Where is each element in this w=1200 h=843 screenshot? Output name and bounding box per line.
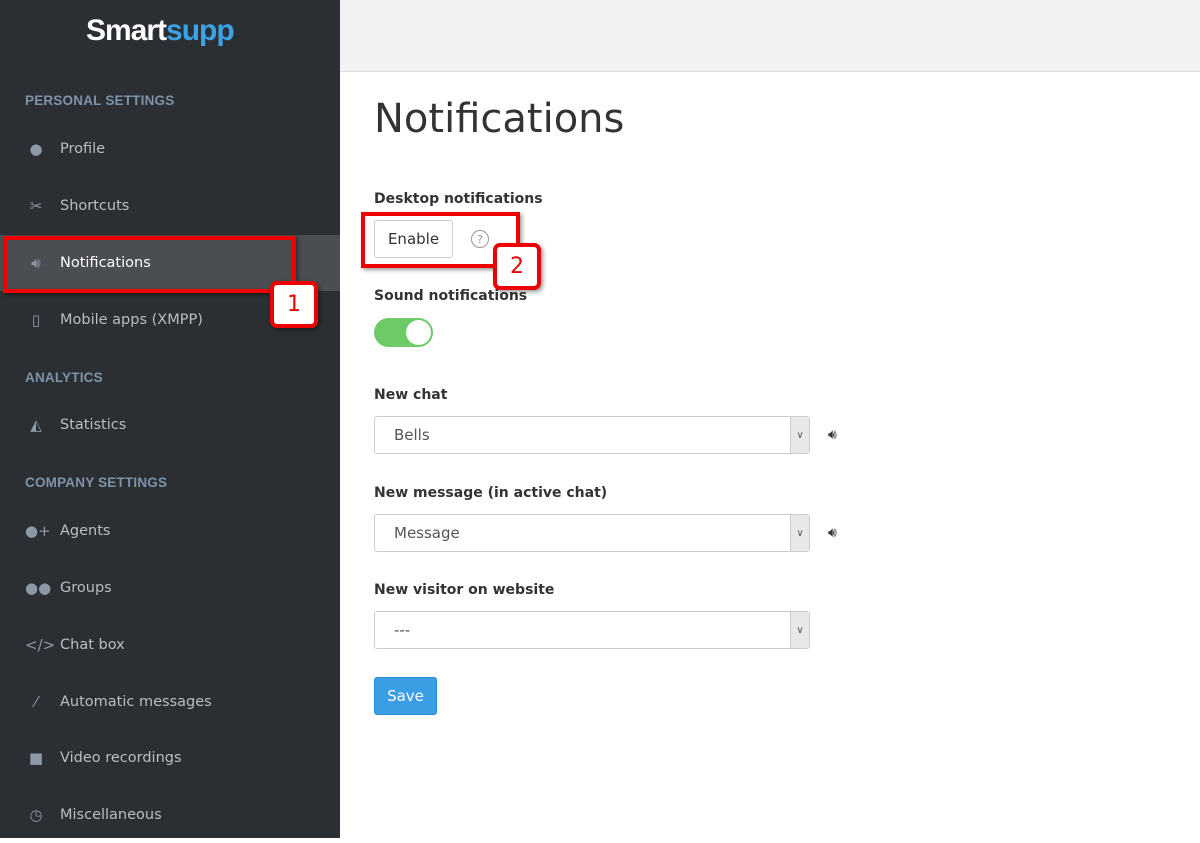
sound-notifications-label: Sound notifications [374,288,528,304]
desktop-notifications-label: Desktop notifications [374,191,543,207]
code-icon: </> [25,636,56,654]
section-personal-settings: PERSONAL SETTINGS [25,93,175,108]
chevron-down-icon: ∨ [790,417,809,453]
new-visitor-select[interactable]: --- ∨ [374,611,810,649]
clock-icon: ◷ [29,806,43,824]
annotation-box-1 [3,236,296,293]
page-title: Notifications [374,96,625,142]
section-analytics: ANALYTICS [25,370,103,385]
new-chat-label: New chat [374,387,448,403]
sidebar-item-groups[interactable]: ●● Groups [0,560,340,616]
sidebar-item-statistics[interactable]: ◭ Statistics [0,397,340,453]
play-sound-icon[interactable]: 🔊︎ [828,525,837,541]
smartsupp-logo[interactable]: Smartsupp [86,14,235,48]
scissors-icon: ✂ [29,197,43,215]
sidebar-item-automatic-messages[interactable]: ⁄ Automatic messages [0,674,340,730]
sidebar-item-agents[interactable]: ●+ Agents [0,503,340,559]
section-company-settings: COMPANY SETTINGS [25,475,168,490]
sidebar-item-chat-box[interactable]: </> Chat box [0,617,340,673]
user-plus-icon: ●+ [25,522,51,540]
top-bar [340,0,1200,72]
annotation-badge-1: 1 [270,281,318,328]
sound-notifications-toggle[interactable] [374,318,433,347]
sidebar-item-miscellaneous[interactable]: ◷ Miscellaneous [0,787,340,843]
sidebar: Smartsupp PERSONAL SETTINGS ● Profile ✂ Sh… [0,0,340,838]
video-icon: ■ [28,749,44,767]
new-visitor-label: New visitor on website [374,582,555,598]
new-message-select[interactable]: Message ∨ [374,514,810,552]
toggle-knob [406,320,431,345]
new-message-label: New message (in active chat) [374,485,608,501]
chevron-down-icon: ∨ [790,612,809,648]
save-button[interactable]: Save [374,677,437,715]
new-chat-select[interactable]: Bells ∨ [374,416,810,454]
chevron-down-icon: ∨ [790,515,809,551]
sidebar-item-video-recordings[interactable]: ■ Video recordings [0,730,340,786]
magic-wand-icon: ⁄ [34,693,38,711]
annotation-badge-2: 2 [493,243,541,290]
users-icon: ●● [25,579,52,597]
mobile-icon: ▯ [31,311,41,329]
user-icon: ● [29,140,43,158]
sidebar-item-profile[interactable]: ● Profile [0,121,340,177]
sidebar-item-shortcuts[interactable]: ✂ Shortcuts [0,178,340,234]
area-chart-icon: ◭ [30,416,42,434]
play-sound-icon[interactable]: 🔊︎ [828,427,837,443]
